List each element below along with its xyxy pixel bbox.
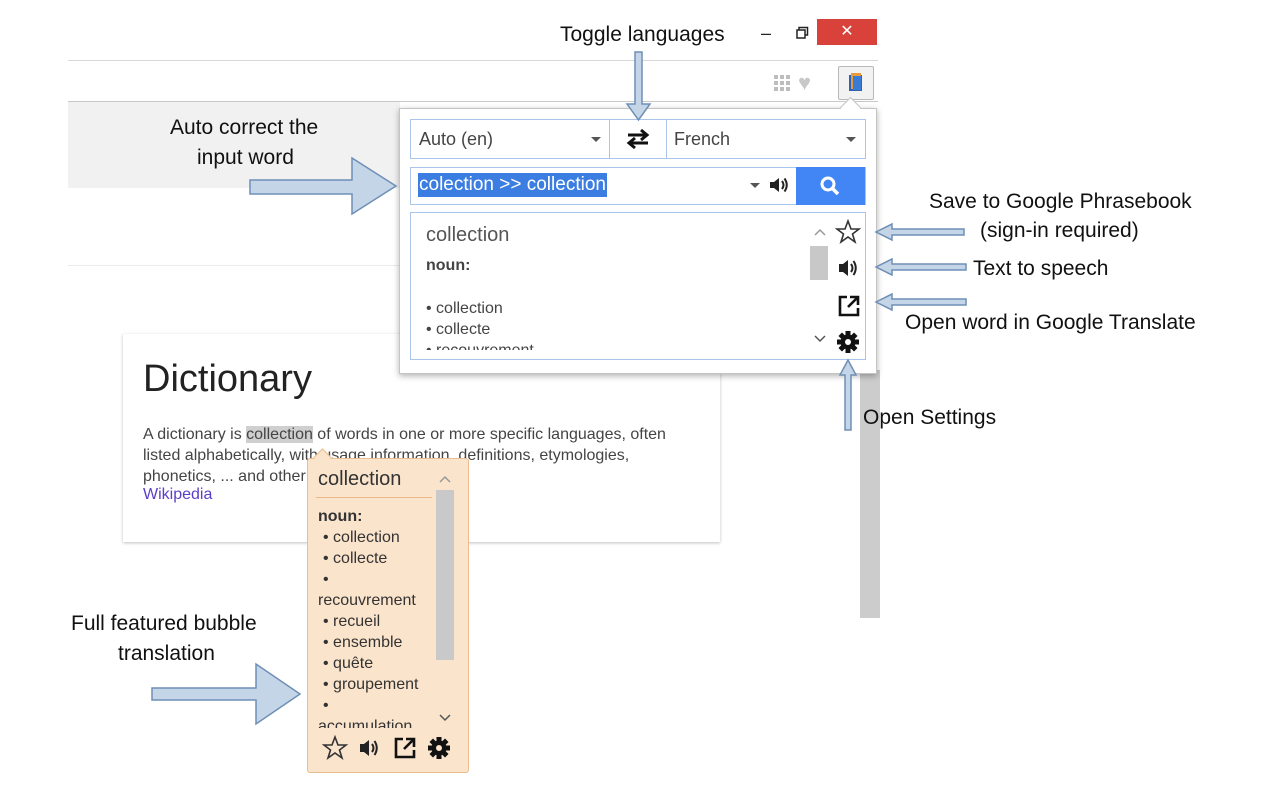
arrow-settings (838, 358, 858, 431)
annotation-auto-correct: input word (197, 146, 294, 169)
arrow-translate (874, 292, 967, 312)
annotation-save: (sign-in required) (980, 219, 1139, 242)
annotation-open-translate: Open word in Google Translate (905, 311, 1196, 334)
annotation-bubble: translation (118, 642, 215, 665)
annotation-auto-correct: Auto correct the (170, 116, 319, 139)
arrow-toggle (625, 51, 652, 122)
annotation-toggle-languages: Toggle languages (560, 23, 725, 46)
annotation-tts: Text to speech (973, 257, 1109, 280)
arrow-bubble (151, 662, 302, 726)
annotation-save: Save to Google Phrasebook (929, 190, 1192, 213)
annotation-open-settings: Open Settings (863, 406, 997, 429)
arrow-tts (874, 257, 967, 277)
annotation-bubble: Full featured bubble (71, 612, 257, 635)
arrow-save (874, 222, 965, 242)
